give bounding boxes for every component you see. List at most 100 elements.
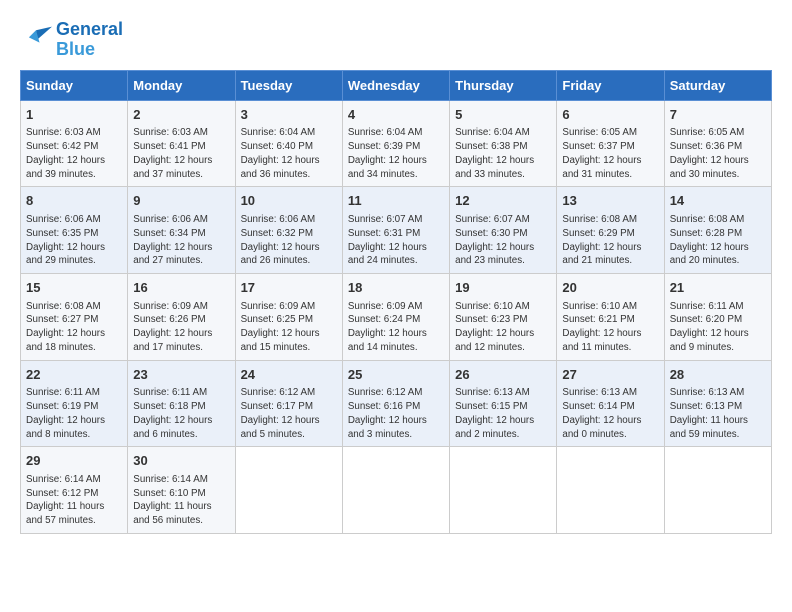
day-detail: Sunrise: 6:06 AM Sunset: 6:35 PM Dayligh… xyxy=(26,213,122,268)
header-friday: Friday xyxy=(557,70,664,100)
header-monday: Monday xyxy=(128,70,235,100)
calendar-cell: 17 Sunrise: 6:09 AM Sunset: 6:25 PM Dayli… xyxy=(235,273,342,360)
day-detail: Sunrise: 6:12 AM Sunset: 6:16 PM Dayligh… xyxy=(348,386,444,441)
day-detail: Sunrise: 6:10 AM Sunset: 6:21 PM Dayligh… xyxy=(562,300,658,355)
calendar-cell: 7Sunrise: 6:05 AM Sunset: 6:36 PM Daylig… xyxy=(664,100,771,187)
page-header: General Blue xyxy=(20,20,772,60)
calendar-cell xyxy=(557,447,664,534)
calendar-week-1: 1Sunrise: 6:03 AM Sunset: 6:42 PM Daylig… xyxy=(21,100,772,187)
day-number: 25 xyxy=(348,366,444,385)
calendar-cell: 5Sunrise: 6:04 AM Sunset: 6:38 PM Daylig… xyxy=(450,100,557,187)
day-number: 6 xyxy=(562,106,658,125)
day-number: 13 xyxy=(562,192,658,211)
calendar-cell: 16 Sunrise: 6:09 AM Sunset: 6:26 PM Dayli… xyxy=(128,273,235,360)
calendar-cell: 23Sunrise: 6:11 AM Sunset: 6:18 PM Dayli… xyxy=(128,360,235,447)
day-detail: Sunrise: 6:07 AM Sunset: 6:30 PM Dayligh… xyxy=(455,213,551,268)
calendar-cell: 14Sunrise: 6:08 AM Sunset: 6:28 PM Dayli… xyxy=(664,187,771,274)
day-number: 11 xyxy=(348,192,444,211)
calendar-cell: 28Sunrise: 6:13 AM Sunset: 6:13 PM Dayli… xyxy=(664,360,771,447)
calendar-week-3: 15 Sunrise: 6:08 AM Sunset: 6:27 PM Dayli… xyxy=(21,273,772,360)
day-detail: Sunrise: 6:11 AM Sunset: 6:20 PM Dayligh… xyxy=(670,300,766,355)
day-detail: Sunrise: 6:09 AM Sunset: 6:25 PM Dayligh… xyxy=(241,300,337,355)
calendar-cell: 21 Sunrise: 6:11 AM Sunset: 6:20 PM Dayli… xyxy=(664,273,771,360)
day-number: 24 xyxy=(241,366,337,385)
day-detail: Sunrise: 6:06 AM Sunset: 6:32 PM Dayligh… xyxy=(241,213,337,268)
logo: General Blue xyxy=(20,20,123,60)
day-number: 29 xyxy=(26,452,122,471)
day-detail: Sunrise: 6:04 AM Sunset: 6:40 PM Dayligh… xyxy=(241,126,337,181)
day-detail: Sunrise: 6:08 AM Sunset: 6:29 PM Dayligh… xyxy=(562,213,658,268)
day-number: 26 xyxy=(455,366,551,385)
calendar-cell: 22Sunrise: 6:11 AM Sunset: 6:19 PM Dayli… xyxy=(21,360,128,447)
day-number: 15 xyxy=(26,279,122,298)
calendar-cell: 1Sunrise: 6:03 AM Sunset: 6:42 PM Daylig… xyxy=(21,100,128,187)
day-detail: Sunrise: 6:11 AM Sunset: 6:19 PM Dayligh… xyxy=(26,386,122,441)
day-detail: Sunrise: 6:09 AM Sunset: 6:24 PM Dayligh… xyxy=(348,300,444,355)
calendar-cell: 29 Sunrise: 6:14 AM Sunset: 6:12 PM Dayli… xyxy=(21,447,128,534)
day-detail: Sunrise: 6:03 AM Sunset: 6:42 PM Dayligh… xyxy=(26,126,122,181)
header-thursday: Thursday xyxy=(450,70,557,100)
day-detail: Sunrise: 6:06 AM Sunset: 6:34 PM Dayligh… xyxy=(133,213,229,268)
calendar-cell: 25Sunrise: 6:12 AM Sunset: 6:16 PM Dayli… xyxy=(342,360,449,447)
day-detail: Sunrise: 6:13 AM Sunset: 6:13 PM Dayligh… xyxy=(670,386,766,441)
calendar-cell: 8 Sunrise: 6:06 AM Sunset: 6:35 PM Daylig… xyxy=(21,187,128,274)
calendar-cell: 2Sunrise: 6:03 AM Sunset: 6:41 PM Daylig… xyxy=(128,100,235,187)
day-number: 30 xyxy=(133,452,229,471)
calendar-cell: 26Sunrise: 6:13 AM Sunset: 6:15 PM Dayli… xyxy=(450,360,557,447)
header-saturday: Saturday xyxy=(664,70,771,100)
day-detail: Sunrise: 6:10 AM Sunset: 6:23 PM Dayligh… xyxy=(455,300,551,355)
day-detail: Sunrise: 6:05 AM Sunset: 6:37 PM Dayligh… xyxy=(562,126,658,181)
day-detail: Sunrise: 6:13 AM Sunset: 6:15 PM Dayligh… xyxy=(455,386,551,441)
calendar-week-2: 8 Sunrise: 6:06 AM Sunset: 6:35 PM Daylig… xyxy=(21,187,772,274)
header-tuesday: Tuesday xyxy=(235,70,342,100)
day-detail: Sunrise: 6:08 AM Sunset: 6:27 PM Dayligh… xyxy=(26,300,122,355)
day-number: 17 xyxy=(241,279,337,298)
day-number: 27 xyxy=(562,366,658,385)
day-detail: Sunrise: 6:07 AM Sunset: 6:31 PM Dayligh… xyxy=(348,213,444,268)
calendar-cell: 4Sunrise: 6:04 AM Sunset: 6:39 PM Daylig… xyxy=(342,100,449,187)
day-number: 4 xyxy=(348,106,444,125)
day-number: 14 xyxy=(670,192,766,211)
calendar-cell xyxy=(235,447,342,534)
day-number: 20 xyxy=(562,279,658,298)
calendar-week-5: 29 Sunrise: 6:14 AM Sunset: 6:12 PM Dayli… xyxy=(21,447,772,534)
day-detail: Sunrise: 6:11 AM Sunset: 6:18 PM Dayligh… xyxy=(133,386,229,441)
calendar-cell: 13 Sunrise: 6:08 AM Sunset: 6:29 PM Dayli… xyxy=(557,187,664,274)
header-sunday: Sunday xyxy=(21,70,128,100)
day-number: 5 xyxy=(455,106,551,125)
day-detail: Sunrise: 6:14 AM Sunset: 6:12 PM Dayligh… xyxy=(26,473,122,528)
calendar-cell xyxy=(342,447,449,534)
day-number: 16 xyxy=(133,279,229,298)
day-detail: Sunrise: 6:04 AM Sunset: 6:38 PM Dayligh… xyxy=(455,126,551,181)
logo-icon xyxy=(20,26,52,54)
logo-text: General Blue xyxy=(56,20,123,60)
day-detail: Sunrise: 6:05 AM Sunset: 6:36 PM Dayligh… xyxy=(670,126,766,181)
day-detail: Sunrise: 6:14 AM Sunset: 6:10 PM Dayligh… xyxy=(133,473,229,528)
calendar-cell: 11 Sunrise: 6:07 AM Sunset: 6:31 PM Dayli… xyxy=(342,187,449,274)
day-detail: Sunrise: 6:09 AM Sunset: 6:26 PM Dayligh… xyxy=(133,300,229,355)
day-number: 9 xyxy=(133,192,229,211)
calendar-week-4: 22Sunrise: 6:11 AM Sunset: 6:19 PM Dayli… xyxy=(21,360,772,447)
day-number: 8 xyxy=(26,192,122,211)
calendar-cell: 27Sunrise: 6:13 AM Sunset: 6:14 PM Dayli… xyxy=(557,360,664,447)
day-number: 28 xyxy=(670,366,766,385)
calendar-cell: 12 Sunrise: 6:07 AM Sunset: 6:30 PM Dayli… xyxy=(450,187,557,274)
day-number: 10 xyxy=(241,192,337,211)
calendar-cell: 10 Sunrise: 6:06 AM Sunset: 6:32 PM Dayli… xyxy=(235,187,342,274)
calendar-cell xyxy=(664,447,771,534)
calendar-cell: 30 Sunrise: 6:14 AM Sunset: 6:10 PM Dayli… xyxy=(128,447,235,534)
calendar-cell: 3Sunrise: 6:04 AM Sunset: 6:40 PM Daylig… xyxy=(235,100,342,187)
day-detail: Sunrise: 6:04 AM Sunset: 6:39 PM Dayligh… xyxy=(348,126,444,181)
day-number: 21 xyxy=(670,279,766,298)
day-detail: Sunrise: 6:13 AM Sunset: 6:14 PM Dayligh… xyxy=(562,386,658,441)
header-wednesday: Wednesday xyxy=(342,70,449,100)
calendar-cell: 9 Sunrise: 6:06 AM Sunset: 6:34 PM Daylig… xyxy=(128,187,235,274)
day-number: 12 xyxy=(455,192,551,211)
day-number: 1 xyxy=(26,106,122,125)
day-number: 7 xyxy=(670,106,766,125)
calendar-cell: 24Sunrise: 6:12 AM Sunset: 6:17 PM Dayli… xyxy=(235,360,342,447)
calendar-cell: 20 Sunrise: 6:10 AM Sunset: 6:21 PM Dayli… xyxy=(557,273,664,360)
day-number: 3 xyxy=(241,106,337,125)
day-number: 2 xyxy=(133,106,229,125)
day-detail: Sunrise: 6:03 AM Sunset: 6:41 PM Dayligh… xyxy=(133,126,229,181)
